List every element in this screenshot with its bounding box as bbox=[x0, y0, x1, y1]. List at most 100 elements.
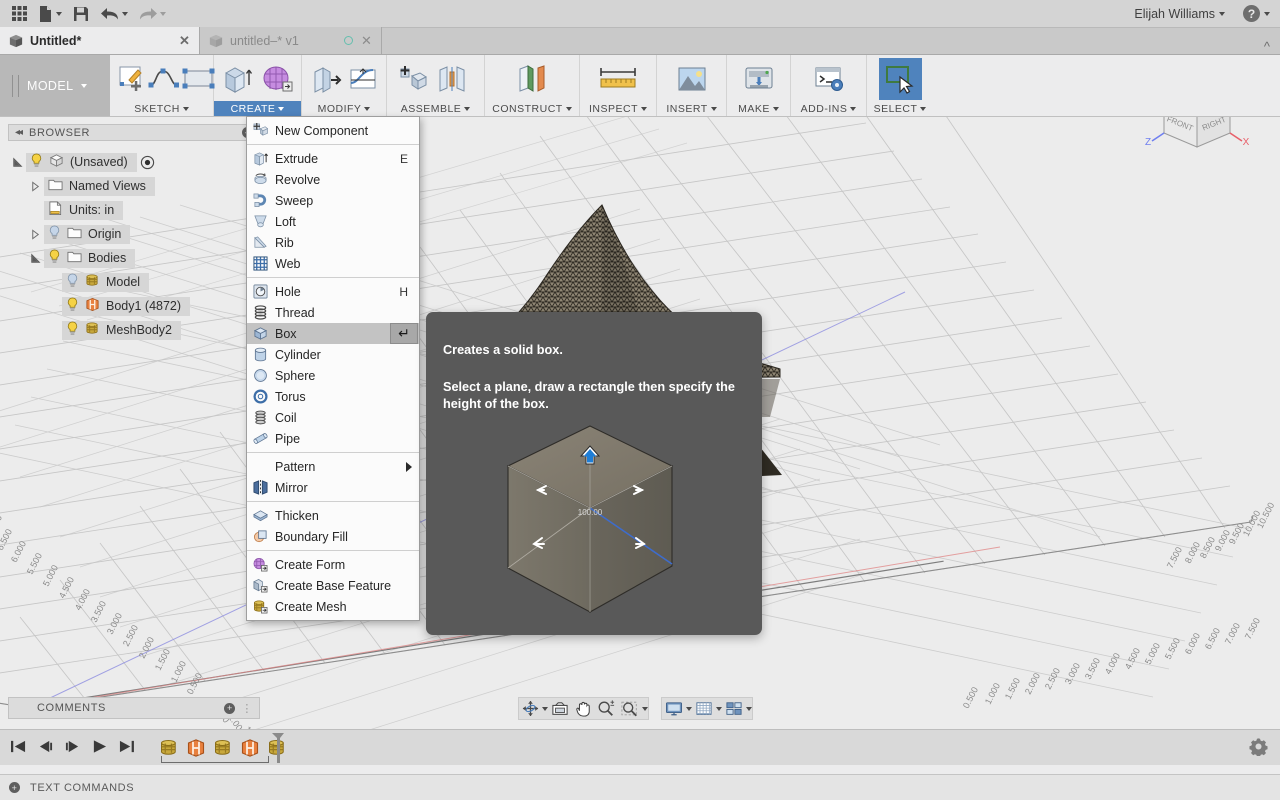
tree-item-pill[interactable]: Origin bbox=[44, 224, 131, 244]
visibility-toggle[interactable] bbox=[66, 297, 79, 315]
menu-item-web[interactable]: Web bbox=[247, 253, 419, 274]
resize-grip-icon[interactable]: ⋮ bbox=[241, 702, 253, 715]
circle-plus-icon[interactable]: + bbox=[224, 702, 236, 714]
timeline-settings-button[interactable] bbox=[1249, 737, 1280, 759]
menu-item-create-base-feature[interactable]: Create Base Feature bbox=[247, 575, 419, 596]
browser-item-meshbody2[interactable]: MeshBody2 bbox=[8, 318, 260, 342]
tree-expander[interactable] bbox=[26, 180, 44, 192]
browser-item-model[interactable]: Model bbox=[8, 270, 260, 294]
view-cube[interactable]: TOP FRONT RIGHT Y X Z bbox=[1142, 117, 1252, 169]
sketch-panel-title[interactable]: SKETCH bbox=[110, 101, 213, 116]
close-icon[interactable]: ✕ bbox=[178, 33, 191, 49]
display-settings-button[interactable] bbox=[662, 698, 686, 719]
save-button[interactable] bbox=[68, 2, 94, 26]
menu-item-pipe[interactable]: Pipe bbox=[247, 428, 419, 449]
measure-button[interactable] bbox=[594, 59, 642, 99]
modify-panel-title[interactable]: MODIFY bbox=[302, 101, 386, 116]
menu-item-boundary-fill[interactable]: Boundary Fill bbox=[247, 526, 419, 547]
browser-item-unsaved[interactable]: (Unsaved) bbox=[8, 150, 260, 174]
expander-collapsed-icon[interactable] bbox=[30, 228, 41, 240]
tree-item-pill[interactable]: Units: in bbox=[44, 200, 124, 220]
expander-expanded-icon[interactable] bbox=[12, 157, 23, 168]
help-icon[interactable]: ? bbox=[1243, 5, 1260, 22]
construct-panel-title[interactable]: CONSTRUCT bbox=[485, 101, 579, 116]
browser-item-origin[interactable]: Origin bbox=[8, 222, 260, 246]
double-chevron-left-icon[interactable]: ◂◂ bbox=[15, 127, 23, 138]
collapse-ribbon-button[interactable]: ^ bbox=[1264, 39, 1280, 54]
undo-button[interactable] bbox=[96, 2, 132, 26]
tree-item-pill[interactable]: MeshBody2 bbox=[62, 320, 182, 340]
visibility-toggle[interactable] bbox=[66, 273, 79, 291]
zoom-button[interactable] bbox=[594, 698, 618, 719]
document-tab-untitled[interactable]: Untitled* ✕ bbox=[0, 27, 200, 54]
activate-component-radio[interactable] bbox=[139, 155, 157, 170]
tree-expander[interactable] bbox=[26, 228, 44, 240]
scripts-addins-button[interactable] bbox=[810, 59, 848, 99]
circle-plus-icon[interactable]: + bbox=[9, 782, 20, 793]
menu-item-box[interactable]: Box ↵ bbox=[247, 323, 419, 344]
visibility-toggle[interactable] bbox=[48, 249, 61, 267]
user-name-label[interactable]: Elijah Williams bbox=[1134, 7, 1215, 21]
expander-expanded-icon[interactable] bbox=[30, 253, 41, 264]
fillet-button[interactable] bbox=[345, 59, 380, 99]
close-icon[interactable]: ✕ bbox=[360, 33, 373, 49]
create-dropdown-menu[interactable]: New Component Extrude E Revolve Sweep Loft Rib… bbox=[246, 116, 420, 621]
new-component-button[interactable] bbox=[393, 59, 431, 99]
menu-item-hole[interactable]: Hole H bbox=[247, 281, 419, 302]
pan-button[interactable] bbox=[572, 698, 594, 719]
menu-item-loft[interactable]: Loft bbox=[247, 211, 419, 232]
menu-item-torus[interactable]: Torus bbox=[247, 386, 419, 407]
tree-item-pill[interactable]: Body1 (4872) bbox=[62, 296, 191, 316]
chevron-down-icon[interactable] bbox=[1219, 11, 1225, 16]
viewports-button[interactable] bbox=[722, 698, 746, 719]
offset-plane-button[interactable] bbox=[513, 59, 551, 99]
create-panel-title[interactable]: CREATE bbox=[214, 101, 301, 116]
play-button[interactable] bbox=[91, 739, 108, 757]
workspace-selector[interactable]: MODEL bbox=[0, 55, 110, 116]
browser-item-body1-4872[interactable]: Body1 (4872) bbox=[8, 294, 260, 318]
create-sketch-button[interactable] bbox=[116, 59, 146, 99]
chevron-down-icon[interactable] bbox=[746, 706, 752, 711]
comments-panel[interactable]: COMMENTS + ⋮ bbox=[8, 697, 260, 719]
browser-item-units-in[interactable]: Units: in bbox=[8, 198, 260, 222]
insert-image-button[interactable] bbox=[673, 59, 711, 99]
tree-item-pill[interactable]: Bodies bbox=[44, 248, 136, 268]
visibility-toggle[interactable] bbox=[30, 153, 43, 171]
chevron-down-icon[interactable] bbox=[642, 706, 648, 711]
menu-item-sphere[interactable]: Sphere bbox=[247, 365, 419, 386]
menu-item-thicken[interactable]: Thicken bbox=[247, 505, 419, 526]
assemble-panel-title[interactable]: ASSEMBLE bbox=[387, 101, 484, 116]
step-forward-button[interactable] bbox=[64, 739, 81, 757]
visibility-toggle[interactable] bbox=[48, 225, 61, 243]
menu-item-extrude[interactable]: Extrude E bbox=[247, 148, 419, 169]
chevron-down-icon[interactable] bbox=[1264, 11, 1270, 16]
menu-item-pattern[interactable]: Pattern bbox=[247, 456, 419, 477]
browser-item-bodies[interactable]: Bodies bbox=[8, 246, 260, 270]
extrude-button[interactable] bbox=[220, 59, 257, 99]
addins-panel-title[interactable]: ADD-INS bbox=[791, 101, 866, 116]
step-back-button[interactable] bbox=[37, 739, 54, 757]
tree-item-pill[interactable]: (Unsaved) bbox=[26, 152, 137, 172]
go-to-beginning-button[interactable] bbox=[10, 739, 27, 757]
3d-print-button[interactable] bbox=[740, 59, 778, 99]
rectangle-button[interactable] bbox=[182, 59, 216, 99]
orbit-button[interactable] bbox=[519, 698, 542, 719]
menu-item-rib[interactable]: Rib bbox=[247, 232, 419, 253]
grid-snap-button[interactable] bbox=[692, 698, 716, 719]
app-grid-button[interactable] bbox=[6, 2, 32, 26]
select-panel-title[interactable]: SELECT bbox=[867, 101, 933, 116]
browser-item-named-views[interactable]: Named Views bbox=[8, 174, 260, 198]
menu-item-create-form[interactable]: Create Form bbox=[247, 554, 419, 575]
new-file-button[interactable] bbox=[34, 2, 66, 26]
tree-item-pill[interactable]: Named Views bbox=[44, 176, 155, 196]
select-button[interactable] bbox=[878, 58, 922, 100]
menu-item-new-component[interactable]: New Component bbox=[247, 120, 419, 141]
visibility-toggle[interactable] bbox=[66, 321, 79, 339]
menu-item-revolve[interactable]: Revolve bbox=[247, 169, 419, 190]
press-pull-button[interactable] bbox=[308, 59, 343, 99]
insert-panel-title[interactable]: INSERT bbox=[657, 101, 726, 116]
go-to-end-button[interactable] bbox=[118, 739, 135, 757]
fit-button[interactable] bbox=[618, 698, 642, 719]
menu-item-sweep[interactable]: Sweep bbox=[247, 190, 419, 211]
menu-item-create-mesh[interactable]: Create Mesh bbox=[247, 596, 419, 617]
